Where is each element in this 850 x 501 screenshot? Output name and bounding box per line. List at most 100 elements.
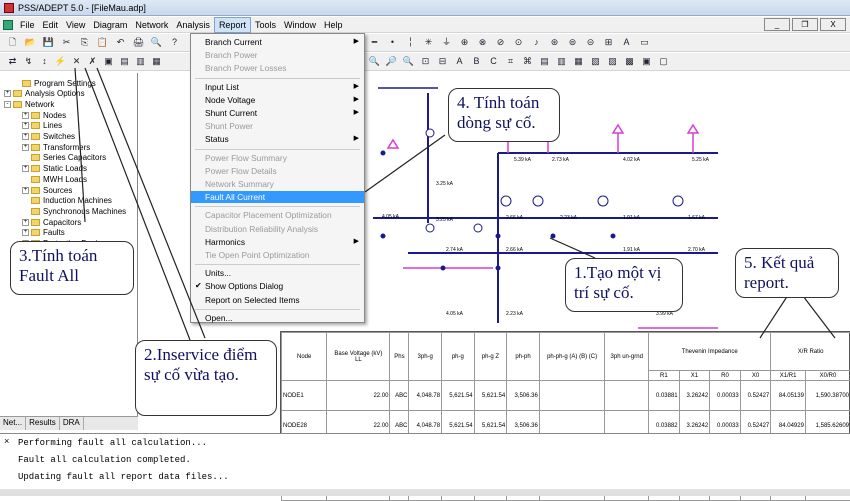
view-tool-icon[interactable]: 🔍 [402, 55, 415, 68]
report-icon[interactable]: ▦ [150, 55, 163, 68]
tree-node[interactable]: Series Capacitors [22, 153, 106, 163]
view-tool-icon[interactable]: C [487, 55, 500, 68]
view-tool-icon[interactable]: ▤ [538, 55, 551, 68]
expand-icon[interactable]: + [22, 144, 29, 151]
view-tool-icon[interactable]: ▧ [589, 55, 602, 68]
view-tool-icon[interactable]: ⌗ [504, 55, 517, 68]
save-icon[interactable]: 💾 [42, 36, 55, 49]
menu-view[interactable]: View [62, 18, 89, 32]
expand-icon[interactable]: + [22, 133, 29, 140]
diagram-tool-icon[interactable]: ⊕ [458, 36, 471, 49]
tree-node[interactable]: +Analysis Options [4, 89, 85, 99]
capo-icon[interactable]: ▣ [102, 55, 115, 68]
menu-item-fault-all-current[interactable]: Fault All Current [191, 191, 364, 203]
fault-all-run-icon[interactable]: ⚡ [54, 55, 67, 68]
view-tool-icon[interactable]: 🔍 [368, 55, 381, 68]
tree-node[interactable]: +Lines [22, 121, 62, 131]
view-tool-icon[interactable]: ▨ [606, 55, 619, 68]
diagram-tool-icon[interactable]: ⊛ [548, 36, 561, 49]
diagram-tool-icon[interactable]: • [386, 36, 399, 49]
diagram-tool-icon[interactable]: ⊜ [566, 36, 579, 49]
view-tool-icon[interactable]: ▦ [572, 55, 585, 68]
menu-analysis[interactable]: Analysis [172, 18, 214, 32]
menu-item-harmonics[interactable]: Harmonics▶ [191, 236, 364, 248]
tab-network[interactable]: Net... [0, 417, 26, 430]
view-tool-icon[interactable]: ▥ [555, 55, 568, 68]
expand-icon[interactable]: + [22, 165, 29, 172]
print-icon[interactable]: 🖨 [132, 36, 145, 49]
tree-node[interactable]: +Transformers [22, 142, 90, 152]
tree-node[interactable]: MWH Loads [22, 174, 87, 184]
tree-node[interactable]: +Switches [22, 132, 75, 142]
menu-item-open[interactable]: Open... [191, 312, 364, 324]
menu-edit[interactable]: Edit [39, 18, 63, 32]
diagram-tool-icon[interactable]: A [620, 36, 633, 49]
diagram-tool-icon[interactable]: ⊙ [512, 36, 525, 49]
menu-item-node-voltage[interactable]: Node Voltage▶ [191, 94, 364, 106]
view-tool-icon[interactable]: A [453, 55, 466, 68]
collapse-icon[interactable]: - [4, 101, 11, 108]
menu-file[interactable]: File [16, 18, 39, 32]
diagram-tool-icon[interactable]: ⊘ [494, 36, 507, 49]
diagram-tool-icon[interactable]: ♪ [530, 36, 543, 49]
minimize-button[interactable]: _ [764, 18, 790, 31]
fault-icon[interactable]: ↯ [22, 55, 35, 68]
tree-node[interactable]: +Nodes [22, 110, 66, 120]
diagram-tool-icon[interactable]: ⊞ [602, 36, 615, 49]
menu-diagram[interactable]: Diagram [89, 18, 131, 32]
open-icon[interactable]: 📂 [24, 36, 37, 49]
load-flow-icon[interactable]: ⇄ [6, 55, 19, 68]
view-tool-icon[interactable]: ⌘ [521, 55, 534, 68]
diagram-tool-icon[interactable]: ⊝ [584, 36, 597, 49]
inservice-icon[interactable]: ✕ [70, 55, 83, 68]
undo-icon[interactable]: ↶ [114, 36, 127, 49]
diagram-tool-icon[interactable]: ⊗ [476, 36, 489, 49]
diagram-tool-icon[interactable]: ▭ [638, 36, 651, 49]
menu-item-shunt-current[interactable]: Shunt Current▶ [191, 107, 364, 119]
menu-item-report-on-selected-items[interactable]: Report on Selected Items [191, 294, 364, 306]
expand-icon[interactable]: + [22, 112, 29, 119]
menu-item-input-list[interactable]: Input List▶ [191, 81, 364, 93]
diagram-tool-icon[interactable]: ✳ [422, 36, 435, 49]
menu-window[interactable]: Window [280, 18, 320, 32]
close-button[interactable]: X [820, 18, 846, 31]
view-tool-icon[interactable]: ▣ [640, 55, 653, 68]
tree-node[interactable]: -Network [4, 99, 54, 109]
tree-node[interactable]: Program Settings [13, 78, 96, 88]
tree-node[interactable]: Synchronous Machines [22, 206, 126, 216]
menu-tools[interactable]: Tools [251, 18, 280, 32]
menu-help[interactable]: Help [320, 18, 347, 32]
menu-network[interactable]: Network [131, 18, 172, 32]
expand-icon[interactable]: + [22, 187, 29, 194]
tree-node[interactable]: +Capacitors [22, 217, 81, 227]
expand-icon[interactable]: + [22, 229, 29, 236]
view-tool-icon[interactable]: B [470, 55, 483, 68]
expand-icon[interactable]: + [22, 122, 29, 129]
view-tool-icon[interactable]: ▩ [623, 55, 636, 68]
view-tool-icon[interactable]: 🔎 [385, 55, 398, 68]
copy-icon[interactable]: ⎘ [78, 36, 91, 49]
tab-dra[interactable]: DRA [60, 417, 84, 430]
close-output-icon[interactable]: × [4, 437, 9, 447]
view-tool-icon[interactable]: ⊟ [436, 55, 449, 68]
menu-report[interactable]: Report [214, 17, 251, 33]
view-tool-icon[interactable]: ⊡ [419, 55, 432, 68]
tree-node[interactable]: Induction Machines [22, 196, 112, 206]
tab-results[interactable]: Results [26, 417, 60, 430]
diagram-tool-icon[interactable]: ⏚ [440, 36, 453, 49]
help-icon[interactable]: ? [168, 36, 181, 49]
dra-icon[interactable]: ▥ [134, 55, 147, 68]
cut-icon[interactable]: ✂ [60, 36, 73, 49]
restore-button[interactable]: ❐ [792, 18, 818, 31]
paste-icon[interactable]: 📋 [96, 36, 109, 49]
tree-node[interactable]: +Static Loads [22, 164, 87, 174]
menu-item-units[interactable]: Units... [191, 267, 364, 279]
fault-all-icon[interactable]: ↕ [38, 55, 51, 68]
tree-node[interactable]: +Faults [22, 228, 65, 238]
expand-icon[interactable]: + [22, 219, 29, 226]
view-tool-icon[interactable]: ▢ [657, 55, 670, 68]
diagram-tool-icon[interactable]: ╎ [404, 36, 417, 49]
topo-icon[interactable]: ▤ [118, 55, 131, 68]
diagram-tool-icon[interactable]: ━ [368, 36, 381, 49]
tree-node[interactable]: +Sources [22, 185, 72, 195]
